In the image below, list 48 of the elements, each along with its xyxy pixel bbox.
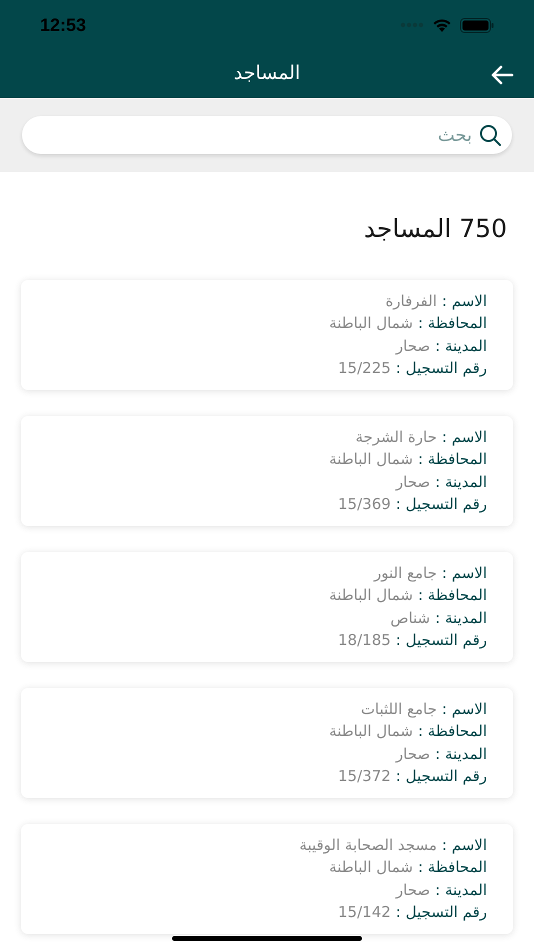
field-label: رقم التسجيل : xyxy=(396,630,487,651)
field-label: المحافظة : xyxy=(418,721,487,742)
field-label: رقم التسجيل : xyxy=(396,766,487,787)
field-value: مسجد الصحابة الوقيبة xyxy=(299,834,437,856)
field-label: رقم التسجيل : xyxy=(396,494,487,515)
field-label: المدينة : xyxy=(435,336,487,356)
search-field[interactable]: بحث xyxy=(22,116,512,154)
field-label: المدينة : xyxy=(435,744,487,764)
field-label: الاسم : xyxy=(442,698,487,720)
field-value: شمال الباطنة xyxy=(329,721,413,742)
field-value: شمال الباطنة xyxy=(329,313,413,334)
field-value: صحار xyxy=(396,744,430,764)
field-value: 15/225 xyxy=(338,358,391,379)
field-label: رقم التسجيل : xyxy=(396,902,487,923)
field-label: الاسم : xyxy=(442,562,487,584)
field-label: الاسم : xyxy=(442,834,487,856)
wifi-icon xyxy=(432,18,452,32)
field-value: حارة الشرجة xyxy=(355,426,437,448)
field-value: صحار xyxy=(396,336,430,356)
field-value: الفرفارة xyxy=(385,290,437,312)
field-value: شناص xyxy=(390,608,430,629)
field-label: الاسم : xyxy=(442,290,487,312)
battery-icon xyxy=(460,18,494,32)
field-value: 18/185 xyxy=(338,630,391,651)
count-heading: 750 المساجد xyxy=(364,214,507,243)
field-value: صحار xyxy=(396,472,430,492)
page-title: المساجد xyxy=(234,60,300,86)
field-label: المدينة : xyxy=(435,880,487,900)
field-label: المدينة : xyxy=(435,608,487,628)
field-value: شمال الباطنة xyxy=(329,585,413,606)
field-value: جامع النور xyxy=(374,562,437,584)
field-value: 15/142 xyxy=(338,902,391,923)
field-label: رقم التسجيل : xyxy=(396,358,487,379)
field-value: 15/369 xyxy=(338,494,391,515)
field-label: المحافظة : xyxy=(418,585,487,606)
field-value: شمال الباطنة xyxy=(329,857,413,878)
search-icon xyxy=(478,123,502,147)
field-label: المدينة : xyxy=(435,472,487,492)
field-value: 15/372 xyxy=(338,766,391,787)
field-value: جامع اللثبات xyxy=(360,698,437,720)
field-label: الاسم : xyxy=(442,426,487,448)
field-label: المحافظة : xyxy=(418,857,487,878)
field-label: المحافظة : xyxy=(418,313,487,334)
arrow-left-icon xyxy=(490,65,514,85)
field-value: صحار xyxy=(396,880,430,900)
field-label: المحافظة : xyxy=(418,449,487,470)
status-time: 12:53 xyxy=(40,14,86,36)
field-value: شمال الباطنة xyxy=(329,449,413,470)
